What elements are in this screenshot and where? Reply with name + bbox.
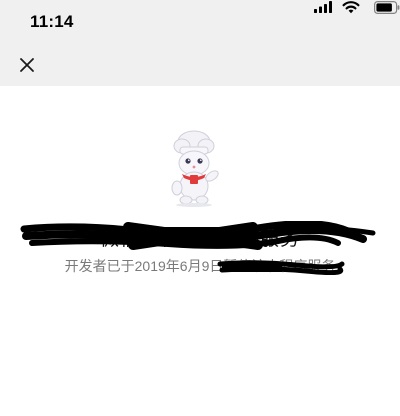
suspended-message: 开发者已于2019年6月9日暂停该小程序服务 bbox=[18, 256, 382, 300]
suspended-title: 微信小程序已暂停服务 bbox=[18, 221, 382, 251]
battery-icon bbox=[374, 1, 400, 14]
nav-bar bbox=[0, 44, 400, 86]
top-area: 11:14 bbox=[0, 0, 400, 86]
status-time: 11:14 bbox=[30, 12, 74, 31]
mini-program-suspended-screen: 11:14 开发者已于2019年6月9日暂停该小程序服务 bbox=[0, 0, 400, 416]
mascot-chef-icon bbox=[171, 130, 219, 207]
status-bar: 11:14 bbox=[0, 0, 400, 44]
close-icon[interactable] bbox=[12, 50, 42, 80]
wifi-icon bbox=[342, 1, 360, 14]
redaction-scribble bbox=[20, 221, 376, 250]
message-redaction-scribble bbox=[217, 260, 345, 275]
signal-icon bbox=[314, 1, 332, 13]
